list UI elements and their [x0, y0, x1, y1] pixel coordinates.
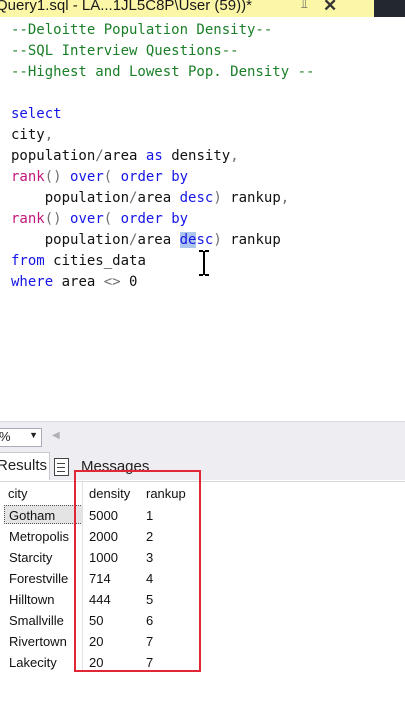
tab-results[interactable]: Results [0, 452, 50, 480]
code-line-7: population/area as density, [11, 148, 239, 164]
code-line-10: rank() over( order by [11, 211, 189, 227]
code-line-8: rank() over( order by [11, 169, 189, 185]
background-strip [374, 0, 405, 17]
messages-icon [54, 458, 69, 476]
table-cell-city[interactable]: Starcity [9, 550, 52, 565]
pin-icon[interactable]: ⫫ [301, 0, 308, 12]
code-line-11: population/area desc) rankup [44, 232, 281, 248]
sql-editor[interactable]: --Deloitte Population Density-- --SQL In… [0, 17, 405, 421]
text-cursor-icon [199, 250, 209, 276]
highlight-box [74, 470, 201, 672]
code-line-5: select [11, 106, 62, 122]
results-grid[interactable]: city density rankup Gotham 5000 1 Metropoli… [0, 481, 405, 721]
chevron-down-icon: ▼ [29, 430, 38, 440]
table-cell-city[interactable]: Rivertown [9, 634, 67, 649]
code-line-13: where area <> 0 [11, 274, 138, 290]
table-cell-city[interactable]: Hilltown [9, 592, 55, 607]
table-cell-city[interactable]: Gotham [9, 508, 55, 523]
column-header-city[interactable]: city [8, 486, 28, 501]
close-icon[interactable]: ✕ [323, 0, 337, 16]
table-cell-city[interactable]: Lakecity [9, 655, 57, 670]
code-line-3: --Highest and Lowest Pop. Density -- [11, 64, 315, 80]
code-line-2: --SQL Interview Questions-- [11, 43, 239, 59]
code-line-12: from cities_data [11, 253, 146, 269]
results-tabs: Results Messages [0, 452, 405, 480]
editor-status-bar: % ▼ ◀ [0, 421, 405, 452]
zoom-dropdown[interactable]: % ▼ [0, 428, 42, 447]
scroll-left-icon[interactable]: ◀ [52, 430, 60, 441]
table-cell-city[interactable]: Metropolis [9, 529, 69, 544]
title-bar: Query1.sql - LA...1JL5C8P\User (59))* ⫫ … [0, 0, 405, 17]
code-line-1: --Deloitte Population Density-- [11, 22, 273, 38]
code-line-6: city, [11, 127, 54, 143]
code-line-9: population/area desc) rankup, [44, 190, 290, 206]
table-cell-city[interactable]: Forestville [9, 571, 68, 586]
table-cell-city[interactable]: Smallville [9, 613, 64, 628]
query-tab-title[interactable]: Query1.sql - LA...1JL5C8P\User (59))* [0, 0, 252, 14]
